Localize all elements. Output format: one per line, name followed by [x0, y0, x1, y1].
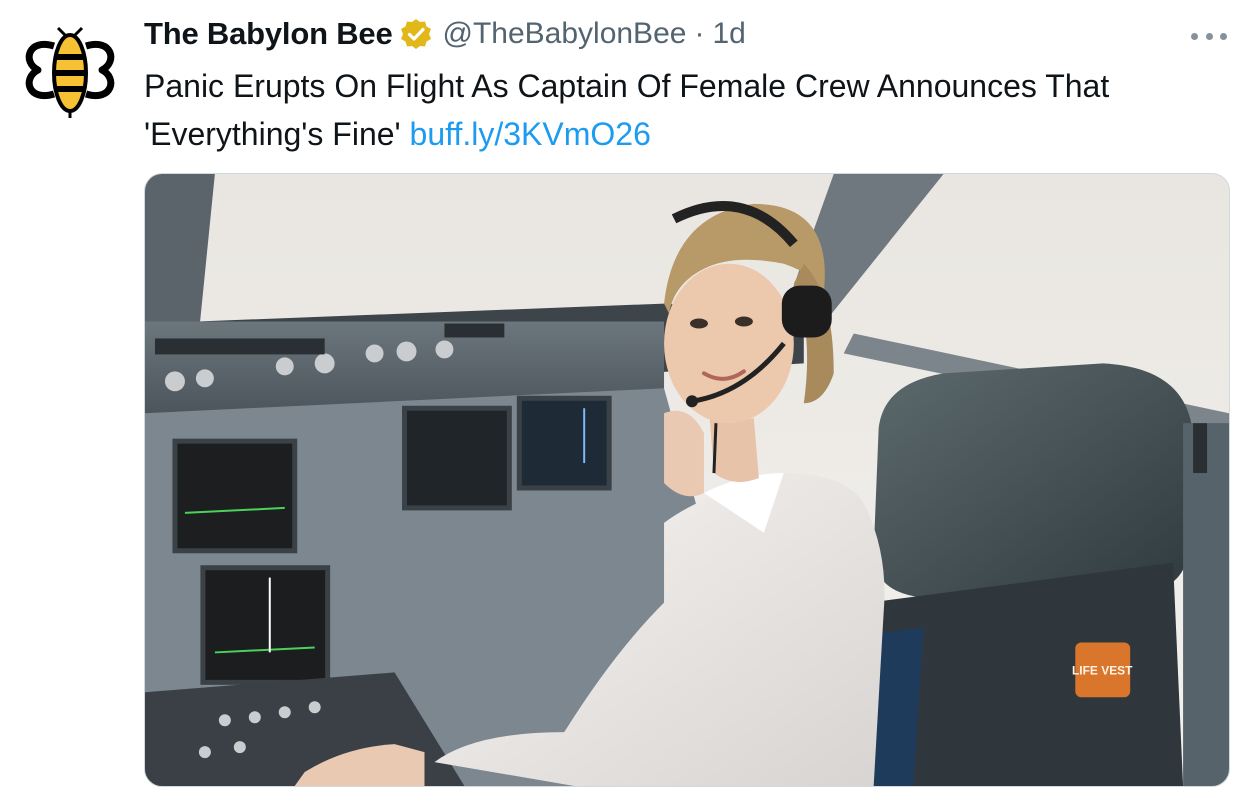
tweet-text: Panic Erupts On Flight As Captain Of Fem… [144, 62, 1204, 158]
verified-badge-icon[interactable] [399, 17, 433, 51]
timestamp[interactable]: 1d [712, 17, 745, 51]
sticker-label: LIFE VEST [1072, 663, 1133, 677]
bee-logo-icon [25, 26, 115, 118]
display-name[interactable]: The Babylon Bee [144, 16, 393, 52]
more-dot [1220, 32, 1227, 40]
avatar[interactable] [18, 18, 122, 122]
separator-dot: · [694, 17, 705, 50]
tweet-link[interactable]: buff.ly/3KVmO26 [410, 116, 651, 152]
more-dot [1205, 32, 1213, 40]
cockpit-photo: LIFE VEST [145, 174, 1229, 786]
user-handle[interactable]: @TheBabylonBee [443, 17, 687, 51]
tweet-card[interactable]: The Babylon Bee @TheBabylonBee · 1d Pani… [0, 0, 1249, 792]
more-dots-icon[interactable] [1191, 24, 1227, 48]
tweet-photo[interactable]: LIFE VEST [144, 173, 1230, 787]
tweet-header: The Babylon Bee @TheBabylonBee · 1d [144, 14, 746, 54]
more-dot [1191, 32, 1198, 40]
